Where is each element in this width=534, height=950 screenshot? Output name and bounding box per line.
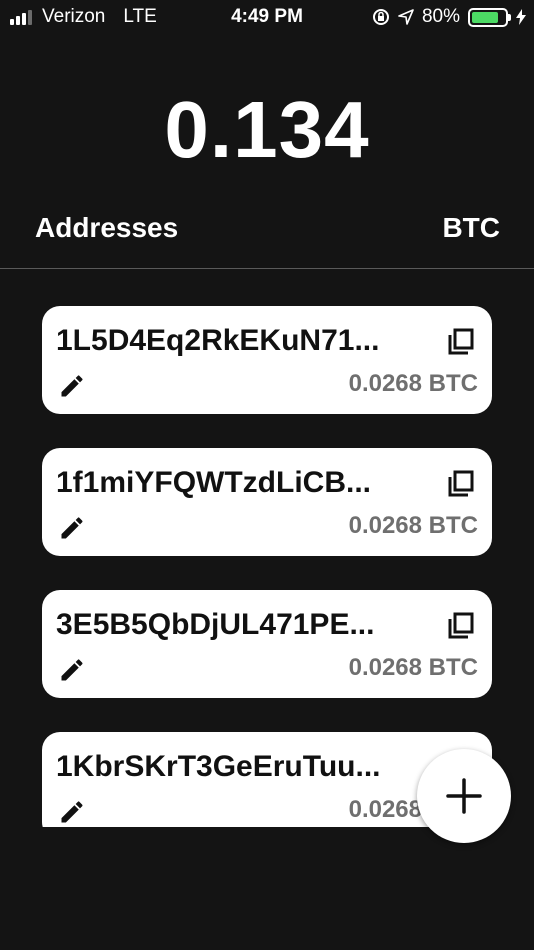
status-bar: Verizon LTE 4:49 PM 80%	[0, 0, 534, 36]
address-card[interactable]: 3E5B5QbDjUL471PE... 0.0268 BTC	[42, 590, 492, 698]
battery-percent: 80%	[421, 6, 460, 27]
address-amount: 0.0268 BTC	[348, 512, 478, 539]
address-text: 1KbrSKrT3GeEruTuu...	[56, 750, 381, 783]
battery-fill	[472, 11, 498, 23]
header-divider	[0, 268, 534, 269]
edit-pencil-icon[interactable]	[58, 798, 86, 826]
copy-icon[interactable]	[444, 610, 476, 642]
address-text: 1f1miYFQWTzdLiCB...	[56, 466, 371, 499]
addresses-header: Addresses BTC	[0, 208, 534, 248]
add-address-button[interactable]	[417, 749, 511, 843]
address-card[interactable]: 1L5D4Eq2RkEKuN71... 0.0268 BTC	[42, 306, 492, 414]
address-card[interactable]: 1f1miYFQWTzdLiCB... 0.0268 BTC	[42, 448, 492, 556]
edit-pencil-icon[interactable]	[58, 656, 86, 684]
address-text: 1L5D4Eq2RkEKuN71...	[56, 324, 380, 357]
address-amount: 0.0268 BTC	[348, 370, 478, 397]
unit-toggle-button[interactable]: BTC	[442, 212, 500, 244]
battery-icon	[468, 7, 511, 27]
status-right: 80%	[372, 6, 526, 28]
location-arrow-icon	[398, 9, 414, 25]
section-title: Addresses	[35, 212, 179, 243]
charging-bolt-icon	[516, 9, 526, 25]
edit-pencil-icon[interactable]	[58, 514, 86, 542]
edit-pencil-icon[interactable]	[58, 372, 86, 400]
address-amount: 0.0268 BTC	[348, 654, 478, 681]
rotation-lock-icon	[372, 9, 389, 25]
copy-icon[interactable]	[444, 326, 476, 358]
address-text: 3E5B5QbDjUL471PE...	[56, 608, 375, 641]
wallet-balance: 0.134	[164, 85, 370, 174]
plus-icon	[446, 778, 482, 814]
address-list[interactable]: 1L5D4Eq2RkEKuN71... 0.0268 BTC 1f1miYFQW…	[0, 306, 534, 827]
copy-icon[interactable]	[444, 468, 476, 500]
